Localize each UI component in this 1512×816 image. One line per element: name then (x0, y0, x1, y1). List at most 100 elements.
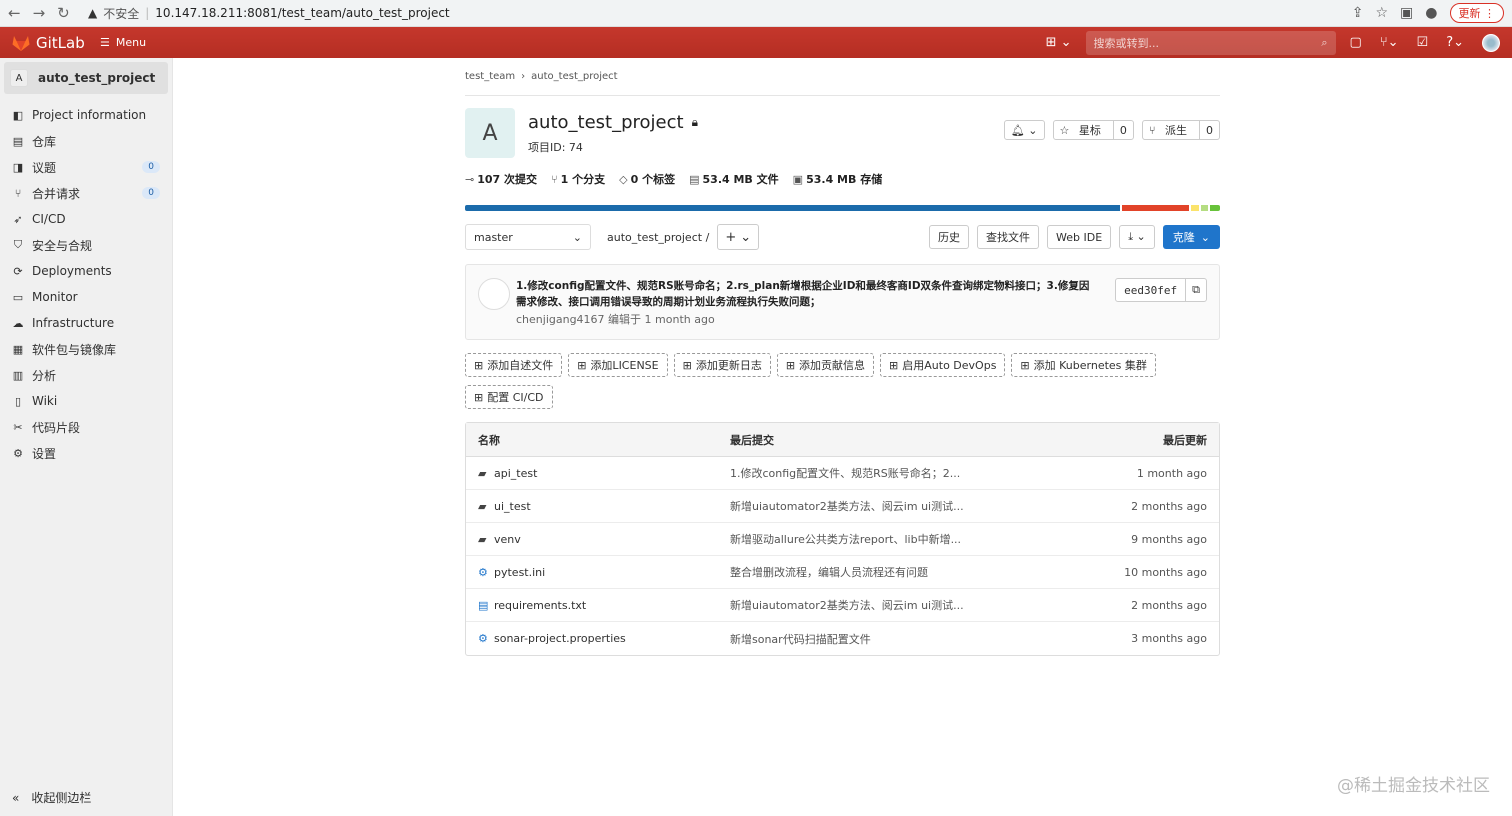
last-commit-link[interactable]: 整合增删改流程，编辑人员流程还有问题 (730, 564, 1077, 580)
forward-icon[interactable]: → (33, 4, 46, 22)
project-actions: 🔔︎ ⌄ ☆ 星标 0 ⑂ 派生 0 (1003, 120, 1220, 140)
add-file-dropdown[interactable]: + ⌄ (717, 224, 760, 250)
double-chevron-left-icon: « (12, 790, 20, 805)
plus-square-icon: ⊞ (785, 358, 796, 372)
sidebar-item[interactable]: ⛉ 安全与合规 (0, 232, 172, 258)
history-button[interactable]: 历史 (929, 225, 970, 249)
language-segment (465, 205, 1121, 211)
sidebar-item[interactable]: ☁ Infrastructure (0, 310, 172, 336)
last-commit-link[interactable]: 新增uiautomator2基类方法、阅云im ui测试... (730, 498, 1077, 514)
fork-label: ⑂ 派生 (1148, 123, 1187, 138)
sidebar-item[interactable]: ◧ Project information (0, 102, 172, 128)
stat-item[interactable]: ▣ 53.4 MB 存储 (793, 171, 883, 187)
file-name-link[interactable]: api_test (494, 467, 537, 480)
merge-requests-top-icon[interactable]: ⑂⌄ (1380, 35, 1399, 50)
sidebar-item[interactable]: ▭ Monitor (0, 284, 172, 310)
last-commit-link[interactable]: 新增驱动allure公共类方法report、lib中新增... (730, 531, 1077, 547)
file-name-link[interactable]: venv (494, 533, 521, 546)
table-row: ⚙ sonar-project.properties 新增sonar代码扫描配置文件… (466, 622, 1219, 655)
help-icon[interactable]: ?⌄ (1446, 35, 1464, 50)
branch-selector[interactable]: master ⌄ (465, 224, 591, 250)
menu-button[interactable]: ☰ Menu (100, 36, 146, 49)
download-button[interactable]: ⤓ ⌄ (1119, 225, 1155, 249)
web-ide-button[interactable]: Web IDE (1047, 225, 1112, 249)
download-icon: ⤓ ⌄ (1128, 230, 1146, 243)
commit-sha-text[interactable]: eed30fef (1116, 279, 1185, 301)
last-commit-link[interactable]: 新增sonar代码扫描配置文件 (730, 631, 1077, 647)
update-label: 更新 (1458, 7, 1481, 20)
browser-actions: ⇪ ☆ ▣ ● 更新 ⋮ (1352, 3, 1504, 23)
shortcut-button[interactable]: ⊞ 配置 CI/CD (465, 385, 553, 409)
shortcut-label: 配置 CI/CD (487, 391, 544, 404)
sidebar-item[interactable]: ▥ 分析 (0, 362, 172, 388)
repo-path-root[interactable]: auto_test_project (607, 231, 702, 244)
update-button[interactable]: 更新 ⋮ (1449, 3, 1504, 23)
fork-count[interactable]: 0 (1199, 121, 1219, 139)
fork-button[interactable]: ⑂ 派生 0 (1141, 120, 1220, 140)
shortcut-button[interactable]: ⊞ 添加更新日志 (673, 353, 771, 377)
stat-value: 0 (630, 173, 639, 186)
profile-icon[interactable]: ● (1425, 5, 1437, 21)
sidebar-item[interactable]: ⟳ Deployments (0, 258, 172, 284)
file-name-link[interactable]: pytest.ini (494, 566, 545, 579)
breadcrumb: test_team › auto_test_project (465, 71, 1220, 96)
new-dropdown-button[interactable]: ⊞ ⌄ (1046, 35, 1072, 50)
sidebar-item[interactable]: ✂ 代码片段 (0, 414, 172, 440)
brand-name: GitLab (36, 33, 85, 52)
gitlab-brand[interactable]: GitLab (12, 34, 100, 52)
shortcut-button[interactable]: ⊞ 添加LICENSE (568, 353, 668, 377)
stat-item[interactable]: ▤ 53.4 MB 文件 (689, 171, 779, 187)
find-file-button[interactable]: 查找文件 (977, 225, 1040, 249)
sidebar-item[interactable]: ▦ 软件包与镜像库 (0, 336, 172, 362)
reload-icon[interactable]: ↻ (57, 4, 70, 22)
stat-item[interactable]: ⑂ 1 个分支 (551, 171, 605, 187)
sidebar-toggle-icon[interactable]: ▣ (1400, 5, 1413, 21)
language-segment (1191, 205, 1199, 211)
file-name-link[interactable]: sonar-project.properties (494, 632, 626, 645)
todo-icon[interactable]: ☑ (1417, 35, 1429, 50)
stat-item[interactable]: ⊸ 107 次提交 (465, 171, 537, 187)
url-text[interactable]: 10.147.18.211:8081/test_team/auto_test_p… (155, 6, 449, 20)
sidebar-project-header[interactable]: A auto_test_project (4, 62, 168, 94)
shortcut-button[interactable]: ⊞ 添加贡献信息 (776, 353, 875, 377)
address-bar[interactable]: ▲ 不安全 | 10.147.18.211:8081/test_team/aut… (88, 5, 1352, 22)
star-count[interactable]: 0 (1112, 121, 1133, 139)
search-input[interactable]: 搜索或转到... ⌕ (1085, 30, 1336, 55)
clone-button[interactable]: 克隆 ⌄ (1162, 225, 1220, 249)
commit-author-avatar[interactable] (478, 278, 510, 310)
last-commit-link[interactable]: 1.修改config配置文件、规范RS账号命名；2... (730, 465, 1077, 481)
search-placeholder: 搜索或转到... (1093, 36, 1160, 50)
shortcut-button[interactable]: ⊞ 添加 Kubernetes 集群 (1011, 353, 1156, 377)
language-segment (1210, 205, 1220, 211)
share-icon[interactable]: ⇪ (1352, 5, 1364, 21)
table-row: ▰ api_test 1.修改config配置文件、规范RS账号命名；2... 1 m… (466, 457, 1219, 490)
commit-message[interactable]: 1.修改config配置文件、规范RS账号命名；2.rs_plan新增根据企业I… (516, 278, 1091, 310)
file-name-link[interactable]: ui_test (494, 500, 531, 513)
notification-button[interactable]: 🔔︎ ⌄ (1003, 120, 1045, 140)
star-button[interactable]: ☆ 星标 0 (1052, 120, 1134, 140)
count-badge: 0 (142, 187, 160, 199)
commit-author[interactable]: chenjigang4167 (516, 313, 605, 326)
stat-label: 个标签 (642, 173, 676, 186)
copy-icon[interactable]: ⧉ (1185, 279, 1206, 301)
shortcut-button[interactable]: ⊞ 启用Auto DevOps (880, 353, 1006, 377)
user-avatar[interactable] (1482, 33, 1500, 52)
issues-top-icon[interactable]: ▢ (1350, 35, 1362, 50)
file-name-cell: ▰ api_test (478, 467, 730, 480)
shield-icon: ⛉ (13, 238, 23, 251)
sidebar-item[interactable]: ◨ 议题 0 (0, 154, 172, 180)
star-bookmark-icon[interactable]: ☆ (1375, 5, 1388, 21)
sidebar-item[interactable]: ⑂ 合并请求 0 (0, 180, 172, 206)
sidebar-item[interactable]: ▯ Wiki (0, 388, 172, 414)
back-icon[interactable]: ← (8, 4, 21, 22)
text-file-icon: ▤ (478, 598, 489, 612)
sidebar-item[interactable]: ➶ CI/CD (0, 206, 172, 232)
last-commit-link[interactable]: 新增uiautomator2基类方法、阅云im ui测试... (730, 597, 1077, 613)
sidebar-item[interactable]: ⚙ 设置 (0, 440, 172, 466)
file-name-link[interactable]: requirements.txt (494, 599, 586, 612)
last-commit: 1.修改config配置文件、规范RS账号命名；2.rs_plan新增根据企业I… (465, 264, 1220, 340)
collapse-sidebar-button[interactable]: « 收起侧边栏 (12, 789, 91, 806)
shortcut-button[interactable]: ⊞ 添加自述文件 (465, 353, 563, 377)
stat-item[interactable]: ◇ 0 个标签 (619, 171, 675, 187)
sidebar-item[interactable]: ▤ 仓库 (0, 128, 172, 154)
